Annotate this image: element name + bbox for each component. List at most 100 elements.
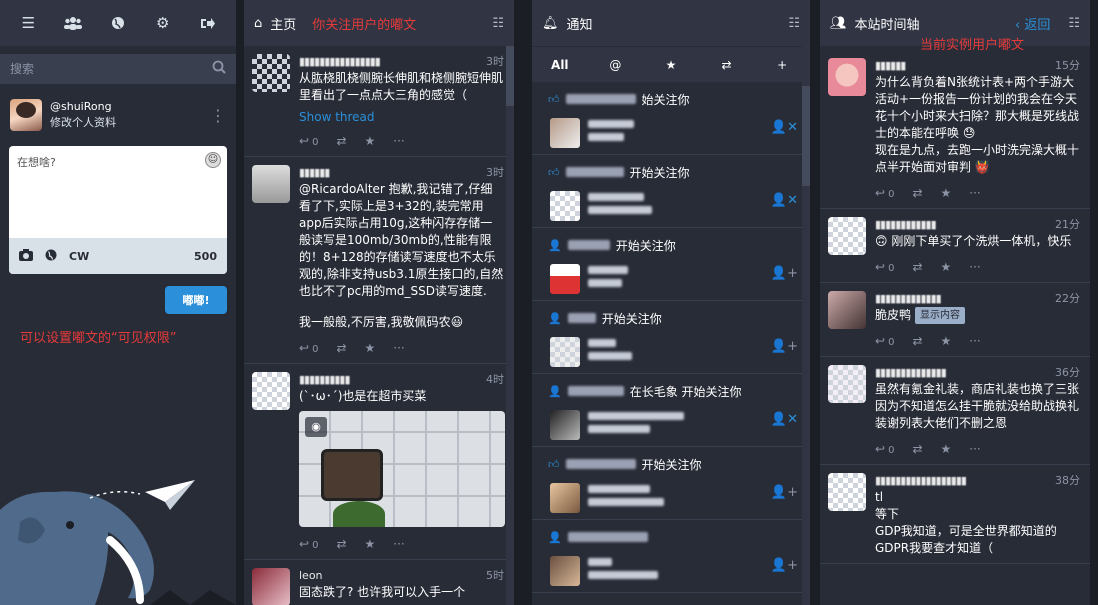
- reply-icon[interactable]: ↩ 0: [299, 134, 318, 148]
- more-horizontal-icon[interactable]: ···: [969, 186, 980, 200]
- notification-item[interactable]: 👍︎ 开始关注你 👤+: [532, 447, 810, 520]
- search-icon[interactable]: [212, 60, 226, 78]
- search-input[interactable]: [10, 62, 212, 76]
- home-column-header[interactable]: ⌂ 主页 你关注用户的嘟文 ☷: [244, 0, 514, 46]
- unfollow-icon[interactable]: 👤✕: [771, 193, 798, 208]
- favourite-star-icon[interactable]: ★: [941, 260, 952, 274]
- favourite-star-icon[interactable]: ★: [365, 341, 376, 355]
- notification-item[interactable]: 👤 开始关注你 👤+: [532, 301, 810, 374]
- eye-icon[interactable]: ◉: [305, 417, 327, 437]
- avatar[interactable]: [252, 568, 290, 605]
- status-item[interactable]: ▮▮▮▮▮▮▮▮▮▮▮▮▮ 22分 脆皮鸭 显示内容 ↩ 0 ⇄ ★ ···: [820, 283, 1090, 357]
- status-item[interactable]: ▮▮▮▮▮▮▮▮▮▮▮▮▮▮▮▮ 3时 从肱桡肌桡侧腕长伸肌和桡侧腕短伸肌里看出了…: [244, 46, 514, 157]
- more-horizontal-icon[interactable]: ···: [393, 537, 404, 551]
- boost-icon[interactable]: ⇄: [336, 134, 346, 148]
- boost-icon[interactable]: ⇄: [912, 260, 922, 274]
- avatar[interactable]: [550, 337, 580, 367]
- notification-item[interactable]: 👍︎ 始关注你 👤✕: [532, 82, 810, 155]
- avatar[interactable]: [252, 165, 290, 203]
- status-author[interactable]: ▮▮▮▮▮▮▮▮▮▮▮▮▮: [875, 292, 942, 305]
- avatar[interactable]: [828, 473, 866, 511]
- camera-icon[interactable]: [19, 248, 33, 264]
- notifications-column-header[interactable]: 🔔︎ 通知 ☷: [532, 0, 810, 46]
- unfollow-icon[interactable]: 👤✕: [771, 412, 798, 427]
- reply-icon[interactable]: ↩ 0: [875, 260, 894, 274]
- status-author[interactable]: ▮▮▮▮▮▮▮▮▮▮▮▮▮▮▮▮▮▮: [875, 474, 967, 487]
- status-item[interactable]: ▮▮▮▮▮▮▮▮▮▮▮▮▮▮ 36分 虽然有氪金礼装，商店礼装也换了三张 因为不知…: [820, 357, 1090, 465]
- avatar[interactable]: [550, 191, 580, 221]
- menu-icon[interactable]: ☰: [17, 12, 39, 34]
- account-handle[interactable]: @shuiRong: [50, 99, 202, 115]
- notification-item[interactable]: 👤 在长毛象 开始关注你 👤✕: [532, 374, 810, 447]
- boost-icon[interactable]: ⇄: [912, 442, 922, 456]
- show-thread-link[interactable]: Show thread: [299, 110, 504, 124]
- more-horizontal-icon[interactable]: ···: [969, 260, 980, 274]
- notification-item[interactable]: 👤 👤+: [532, 520, 810, 593]
- column-settings-icon[interactable]: ☷: [788, 16, 800, 31]
- filter-mentions[interactable]: @: [600, 58, 630, 72]
- status-author[interactable]: ▮▮▮▮▮▮▮▮▮▮: [299, 373, 351, 386]
- status-media-image[interactable]: ◉: [299, 411, 505, 527]
- status-item[interactable]: ▮▮▮▮▮▮ 3时 @RicardoAlter 抱歉,我记错了,仔细看了下,实际上…: [244, 157, 514, 364]
- avatar[interactable]: [828, 217, 866, 255]
- content-warning-button[interactable]: CW: [69, 250, 89, 263]
- boost-icon[interactable]: ⇄: [912, 334, 922, 348]
- reply-icon[interactable]: ↩ 0: [875, 186, 894, 200]
- boost-icon[interactable]: ⇄: [336, 537, 346, 551]
- filter-all[interactable]: All: [545, 58, 575, 72]
- status-author[interactable]: ▮▮▮▮▮▮▮▮▮▮▮▮▮▮: [875, 366, 947, 379]
- filter-favourites[interactable]: ★: [656, 58, 686, 72]
- status-author[interactable]: ▮▮▮▮▮▮▮▮▮▮▮▮: [875, 218, 937, 231]
- emoji-picker-icon[interactable]: ☺: [205, 152, 221, 168]
- status-time[interactable]: 21分: [1055, 216, 1080, 232]
- favourite-star-icon[interactable]: ★: [941, 442, 952, 456]
- boost-icon[interactable]: ⇄: [912, 186, 922, 200]
- favourite-star-icon[interactable]: ★: [365, 537, 376, 551]
- back-button[interactable]: ‹ 返回: [1015, 14, 1050, 33]
- avatar[interactable]: [550, 264, 580, 294]
- more-vertical-icon[interactable]: ⋮: [210, 106, 226, 125]
- avatar[interactable]: [828, 365, 866, 403]
- status-time[interactable]: 38分: [1055, 472, 1080, 488]
- more-horizontal-icon[interactable]: ···: [393, 134, 404, 148]
- column-settings-icon[interactable]: ☷: [492, 16, 504, 31]
- unfollow-icon[interactable]: 👤✕: [771, 120, 798, 135]
- favourite-star-icon[interactable]: ★: [941, 186, 952, 200]
- compose-textarea[interactable]: [9, 146, 227, 232]
- avatar[interactable]: [550, 556, 580, 586]
- avatar[interactable]: [828, 291, 866, 329]
- status-item[interactable]: ▮▮▮▮▮▮▮▮▮▮ 4时 (`･ω･´)也是在超市买菜 ◉ ↩ 0 ⇄ ★ ···: [244, 364, 514, 560]
- boost-icon[interactable]: ⇄: [336, 341, 346, 355]
- avatar[interactable]: [252, 372, 290, 410]
- notifications-scrollbar[interactable]: [802, 46, 810, 605]
- avatar[interactable]: [252, 54, 290, 92]
- more-horizontal-icon[interactable]: ···: [393, 341, 404, 355]
- home-scrollbar[interactable]: [506, 46, 514, 605]
- reply-icon[interactable]: ↩ 0: [875, 442, 894, 456]
- users-icon[interactable]: [62, 12, 84, 34]
- avatar[interactable]: [550, 483, 580, 513]
- status-time[interactable]: 15分: [1055, 57, 1080, 73]
- status-time[interactable]: 5时: [486, 567, 504, 583]
- edit-profile-link[interactable]: 修改个人资料: [50, 115, 202, 131]
- status-author[interactable]: ▮▮▮▮▮▮: [875, 59, 906, 72]
- status-author[interactable]: ▮▮▮▮▮▮: [299, 166, 330, 179]
- column-settings-icon[interactable]: ☷: [1068, 16, 1080, 31]
- more-horizontal-icon[interactable]: ···: [969, 442, 980, 456]
- status-item[interactable]: leon 5时 固态跌了? 也许我可以入手一个: [244, 560, 514, 605]
- notification-item[interactable]: 👍︎ 开始关注你 👤✕: [532, 155, 810, 228]
- status-time[interactable]: 3时: [486, 164, 504, 180]
- visibility-globe-icon[interactable]: [45, 249, 57, 264]
- avatar[interactable]: [828, 58, 866, 96]
- follow-back-icon[interactable]: 👤+: [771, 339, 798, 354]
- globe-icon[interactable]: [107, 12, 129, 34]
- favourite-star-icon[interactable]: ★: [365, 134, 376, 148]
- avatar[interactable]: [10, 99, 42, 131]
- filter-follows[interactable]: +: [767, 58, 797, 72]
- status-time[interactable]: 36分: [1055, 364, 1080, 380]
- status-item[interactable]: ▮▮▮▮▮▮ 15分 为什么背负着N张统计表+两个手游大活动+一份报告一份计划的我…: [820, 50, 1090, 209]
- status-time[interactable]: 22分: [1055, 290, 1080, 306]
- reply-icon[interactable]: ↩ 0: [875, 334, 894, 348]
- reply-icon[interactable]: ↩ 0: [299, 341, 318, 355]
- more-horizontal-icon[interactable]: ···: [969, 334, 980, 348]
